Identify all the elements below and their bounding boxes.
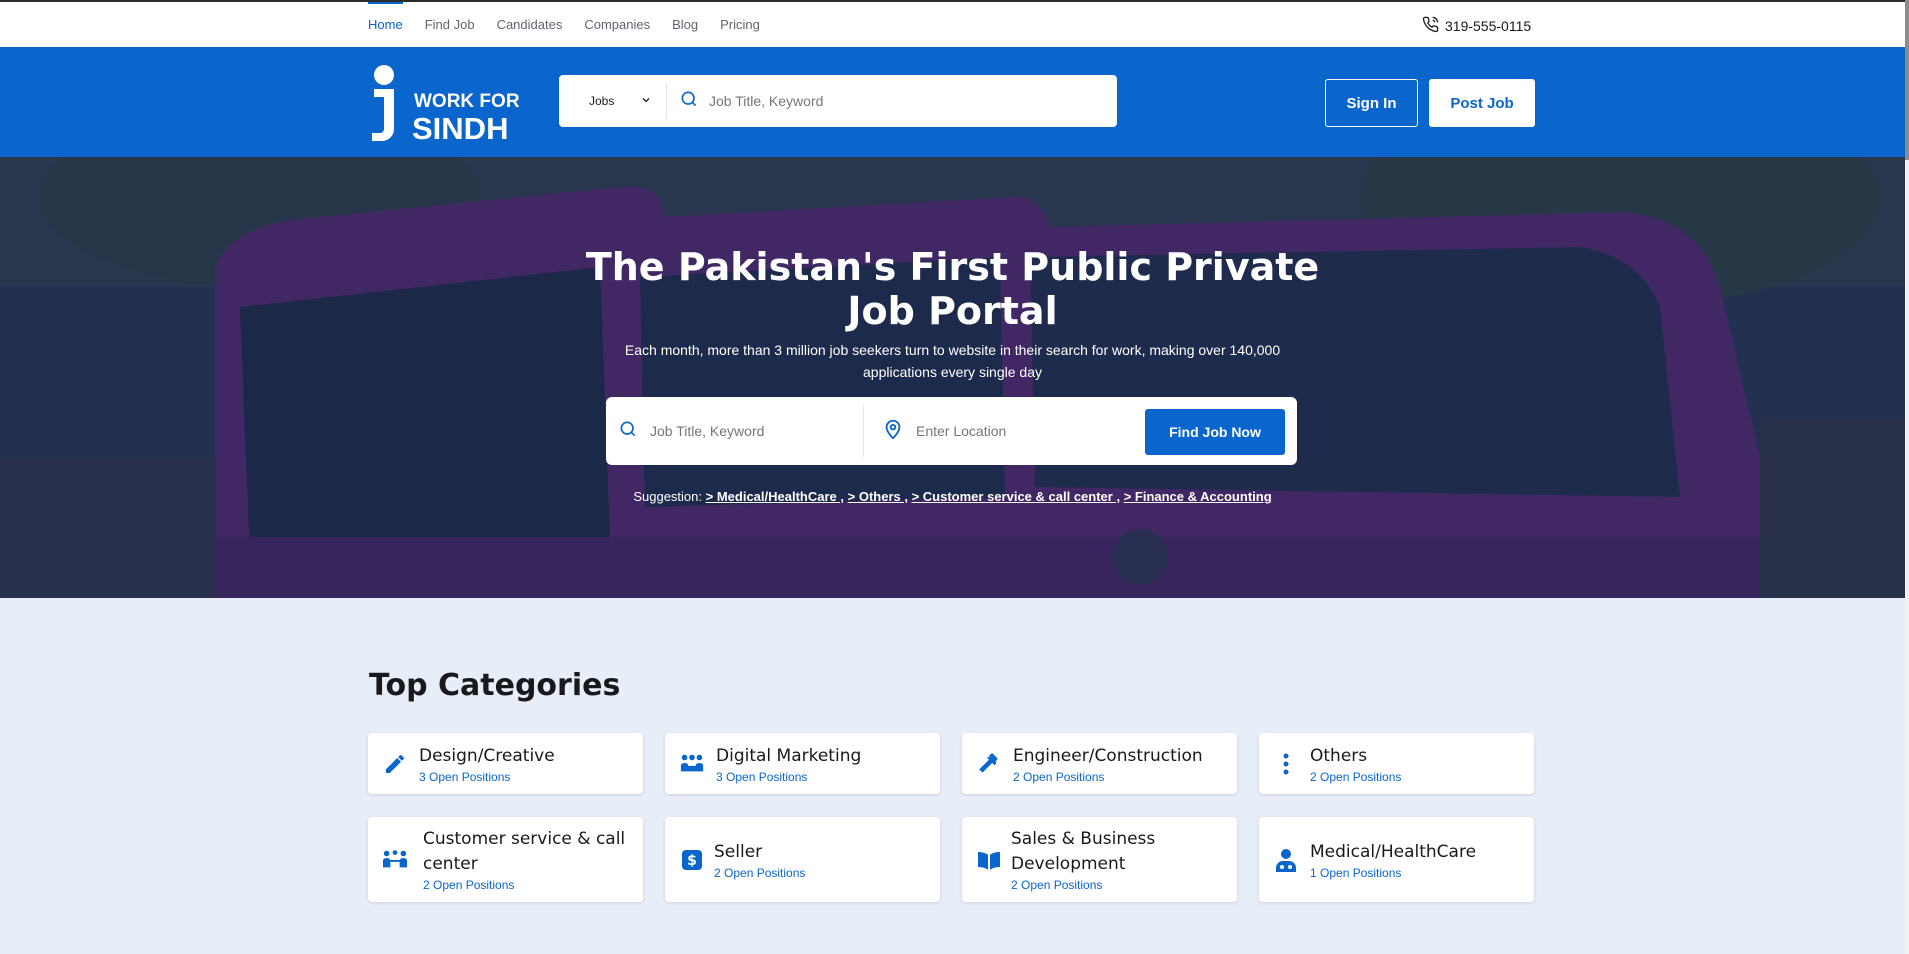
category-positions: 1 Open Positions — [1310, 865, 1402, 880]
category-card-medical-healthcare[interactable]: Medical/HealthCare 1 Open Positions — [1259, 817, 1534, 902]
search-icon — [679, 89, 699, 114]
map-pin-icon — [882, 418, 904, 445]
nav-link-pricing[interactable]: Pricing — [720, 2, 760, 47]
category-title: Seller — [714, 841, 763, 862]
hammer-icon — [976, 751, 1002, 777]
logo-line1: WORK FOR — [414, 91, 520, 112]
category-positions: 2 Open Positions — [1310, 769, 1402, 784]
category-card-engineer-construction[interactable]: Engineer/Construction 2 Open Positions — [962, 733, 1237, 794]
phone-contact[interactable]: 319-555-0115 — [1422, 16, 1531, 36]
category-card-customer-service[interactable]: Customer service & call center 2 Open Po… — [368, 817, 643, 902]
search-type-select[interactable]: Jobs — [559, 84, 667, 118]
top-navigation-bar: Home Find Job Candidates Companies Blog … — [0, 0, 1905, 47]
category-title: Others — [1310, 745, 1368, 766]
page-scrollbar[interactable] — [1905, 0, 1909, 954]
header-search: Jobs — [559, 75, 1117, 127]
suggestion-others[interactable]: > Others , — [848, 489, 908, 504]
category-positions: 2 Open Positions — [423, 878, 515, 892]
hero-title-part2: Public Private — [1008, 245, 1320, 289]
find-job-now-button[interactable]: Find Job Now — [1145, 409, 1285, 455]
top-categories-heading: Top Categories — [369, 668, 621, 703]
category-positions: 3 Open Positions — [419, 769, 511, 784]
top-nav-links: Home Find Job Candidates Companies Blog … — [368, 2, 760, 47]
site-header: WORK FOR SINDH Jobs Sign In Post Job — [0, 47, 1905, 157]
scrollbar-thumb[interactable] — [1905, 0, 1909, 160]
category-title: Medical/HealthCare — [1310, 841, 1477, 862]
people-group-icon — [679, 751, 705, 777]
category-card-digital-marketing[interactable]: Digital Marketing 3 Open Positions — [665, 733, 940, 794]
keyword-field — [606, 397, 863, 465]
suggestion-label: Suggestion: — [633, 489, 703, 504]
category-card-sales-business[interactable]: Sales & Business Development 2 Open Posi… — [962, 817, 1237, 902]
category-title: Customer service & call center — [423, 829, 626, 874]
hero-banner: The Pakistan's First Public Private Job … — [0, 157, 1905, 598]
people-table-icon — [382, 847, 408, 873]
doctor-icon — [1273, 847, 1299, 873]
chevron-down-icon — [640, 94, 652, 109]
svg-text:$: $ — [687, 853, 697, 869]
dollar-square-icon: $ — [679, 847, 705, 873]
hero-subtitle: Each month, more than 3 million job seek… — [624, 342, 1281, 380]
suggestion-medical-healthcare[interactable]: > Medical/HealthCare , — [706, 489, 844, 504]
nav-link-blog[interactable]: Blog — [672, 2, 698, 47]
hero-job-search: Find Job Now — [606, 397, 1297, 465]
category-title: Sales & Business Development — [1011, 829, 1156, 874]
category-card-seller[interactable]: $ Seller 2 Open Positions — [665, 817, 940, 902]
category-positions: 3 Open Positions — [716, 769, 808, 784]
category-title: Digital Marketing — [716, 745, 862, 766]
phone-number: 319-555-0115 — [1445, 18, 1532, 34]
suggestion-finance-accounting[interactable]: > Finance & Accounting — [1124, 489, 1272, 504]
category-title: Design/Creative — [419, 745, 555, 766]
hero-title: The Pakistan's First Public Private Job … — [0, 245, 1905, 333]
nav-link-candidates[interactable]: Candidates — [497, 2, 563, 47]
search-type-value: Jobs — [589, 94, 615, 108]
location-input[interactable] — [916, 423, 1126, 439]
hero-title-bold: Pakistan's First — [677, 245, 1009, 289]
keyword-input[interactable] — [650, 423, 850, 439]
category-positions: 2 Open Positions — [1013, 769, 1105, 784]
post-job-button[interactable]: Post Job — [1429, 79, 1535, 127]
category-title: Engineer/Construction — [1013, 745, 1203, 766]
hero-title-line2: Job Portal — [847, 289, 1058, 333]
work-for-sindh-logo[interactable]: WORK FOR SINDH — [368, 65, 532, 146]
sign-in-button[interactable]: Sign In — [1325, 79, 1418, 127]
category-positions: 2 Open Positions — [714, 865, 806, 880]
phone-icon — [1422, 16, 1439, 36]
category-card-design-creative[interactable]: Design/Creative 3 Open Positions — [368, 733, 643, 794]
pencil-icon — [382, 751, 408, 777]
suggestion-customer-service[interactable]: > Customer service & call center , — [912, 489, 1120, 504]
nav-link-home[interactable]: Home — [368, 2, 403, 47]
hero-title-part1: The — [585, 245, 678, 289]
category-positions: 2 Open Positions — [1011, 878, 1103, 892]
location-field — [864, 397, 1134, 465]
search-suggestions: Suggestion: > Medical/HealthCare , > Oth… — [0, 489, 1905, 504]
book-open-icon — [976, 847, 1002, 873]
logo-line2: SINDH — [412, 111, 508, 141]
search-icon — [618, 419, 638, 444]
nav-link-companies[interactable]: Companies — [584, 2, 650, 47]
category-card-others[interactable]: Others 2 Open Positions — [1259, 733, 1534, 794]
ellipsis-vertical-icon — [1273, 751, 1299, 777]
nav-link-find-job[interactable]: Find Job — [425, 2, 475, 47]
header-search-input[interactable] — [709, 93, 1117, 109]
